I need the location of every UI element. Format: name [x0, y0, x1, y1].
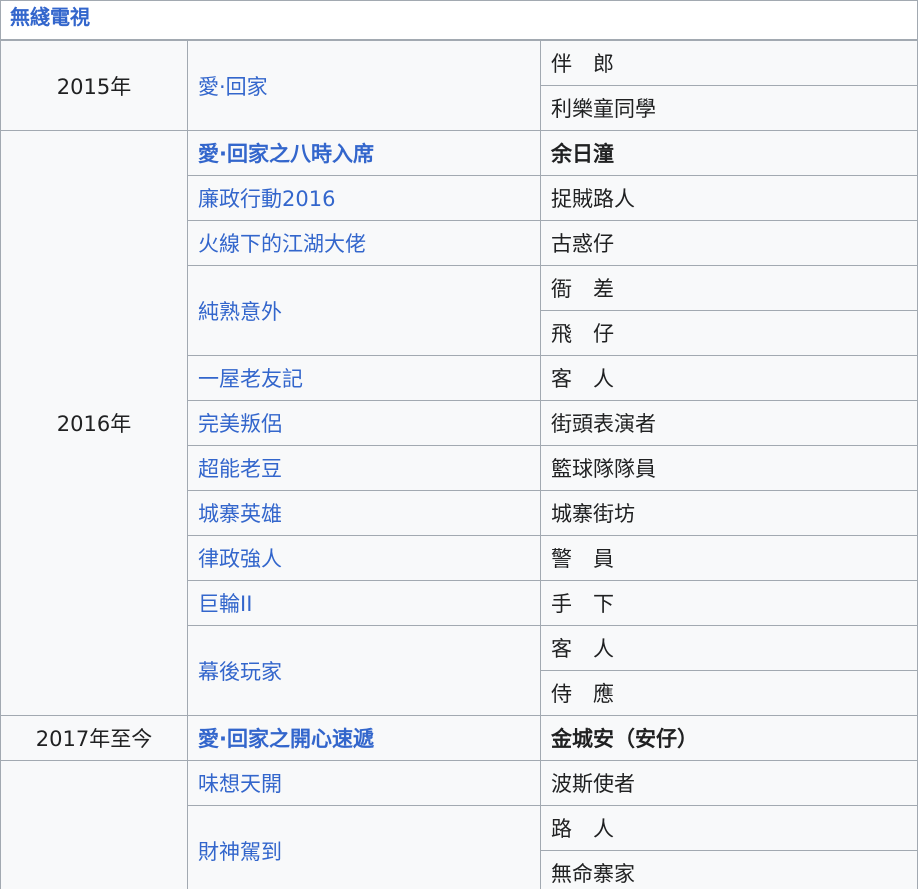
role-cell: 波斯使者 [540, 760, 917, 806]
roles-table: 2015年 愛·回家 伴 郎 利樂童同學 2016年 愛·回家之八時入席 余日潼… [1, 40, 917, 889]
show-link-cai-shen-jia-dao[interactable]: 財神駕到 [187, 805, 541, 889]
role-cell: 無命寨家 [540, 850, 917, 889]
show-link-icac-2016[interactable]: 廉政行動2016 [187, 175, 541, 221]
role-cell: 飛 仔 [540, 310, 917, 356]
show-link-wan-mei-pan-lu[interactable]: 完美叛侶 [187, 400, 541, 446]
role-cell: 警 員 [540, 535, 917, 581]
table-row: 2016年 愛·回家之八時入席 余日潼 [1, 130, 917, 716]
role-cell: 伴 郎 [540, 40, 917, 86]
role-cell: 古惑仔 [540, 220, 917, 266]
year-cell-2015: 2015年 [1, 40, 188, 131]
show-link-chun-shu-yi-wai[interactable]: 純熟意外 [187, 265, 541, 356]
year-cell-next [1, 760, 188, 889]
show-link-ai-hui-jia[interactable]: 愛·回家 [187, 40, 541, 131]
role-cell: 侍 應 [540, 670, 917, 716]
role-cell: 路 人 [540, 805, 917, 851]
role-cell: 手 下 [540, 580, 917, 626]
show-link-wei-xiang-tian-kai[interactable]: 味想天開 [187, 760, 541, 806]
role-cell: 客 人 [540, 355, 917, 401]
year-cell-2016: 2016年 [1, 130, 188, 716]
role-cell: 衙 差 [540, 265, 917, 311]
role-cell: 金城安（安仔） [540, 715, 917, 761]
role-cell: 街頭表演者 [540, 400, 917, 446]
table-row: 2017年至今 愛·回家之開心速遞 金城安（安仔） [1, 715, 917, 761]
show-link-ai-hui-jia-ba-shi[interactable]: 愛·回家之八時入席 [187, 130, 541, 176]
show-link-cheng-zhai-ying-xiong[interactable]: 城寨英雄 [187, 490, 541, 536]
table-row: 2015年 愛·回家 伴 郎 [1, 40, 917, 131]
show-link-ju-lun-ii[interactable]: 巨輪II [187, 580, 541, 626]
tvb-filmography-table-panel: 無綫電視 2015年 愛·回家 伴 郎 利樂童同學 2016年 愛·回家之八時入… [0, 0, 918, 889]
role-cell: 捉賊路人 [540, 175, 917, 221]
show-link-chao-neng-lao-dou[interactable]: 超能老豆 [187, 445, 541, 491]
role-cell: 利樂童同學 [540, 85, 917, 131]
show-link-huo-xian[interactable]: 火線下的江湖大佬 [187, 220, 541, 266]
show-link-ai-hui-jia-kai-xin[interactable]: 愛·回家之開心速遞 [187, 715, 541, 761]
year-cell-2017: 2017年至今 [1, 715, 188, 761]
table-row: 味想天開 波斯使者 [1, 760, 917, 889]
role-cell: 余日潼 [540, 130, 917, 176]
role-cell: 客 人 [540, 625, 917, 671]
show-link-mu-hou-wan-jia[interactable]: 幕後玩家 [187, 625, 541, 716]
show-link-lu-zheng-qiang-ren[interactable]: 律政強人 [187, 535, 541, 581]
show-link-yi-wu-lao-you-ji[interactable]: 一屋老友記 [187, 355, 541, 401]
role-cell: 籃球隊隊員 [540, 445, 917, 491]
section-header: 無綫電視 [1, 1, 917, 40]
role-cell: 城寨街坊 [540, 490, 917, 536]
